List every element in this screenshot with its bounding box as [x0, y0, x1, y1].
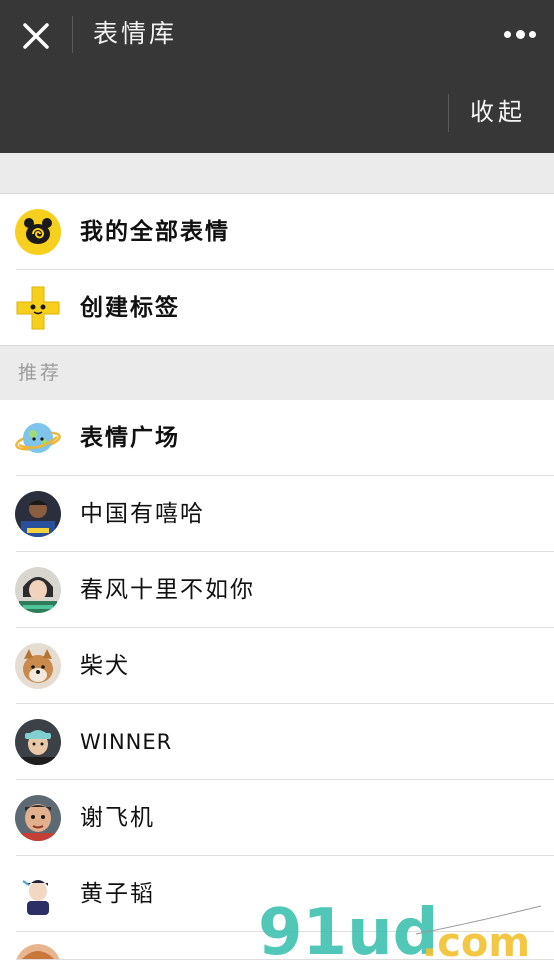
- list-item[interactable]: 柴犬: [0, 628, 554, 704]
- svg-text:91ud: 91ud: [258, 896, 438, 960]
- collapse-divider: [448, 94, 449, 132]
- list-item[interactable]: WINNER: [0, 704, 554, 780]
- avatar: [15, 719, 61, 765]
- bear-face-icon: [15, 209, 61, 255]
- spacer: [0, 153, 554, 194]
- more-icon-dot: [516, 30, 525, 39]
- top-divider: [72, 16, 73, 53]
- list-item[interactable]: 谢飞机: [0, 780, 554, 856]
- avatar: [15, 871, 61, 917]
- avatar: [15, 944, 61, 960]
- item-label: 谢飞机: [80, 805, 155, 831]
- collapse-button[interactable]: 收起: [470, 92, 526, 132]
- item-label: 黄子韬: [80, 881, 155, 907]
- top-bar: 表情库 收起: [0, 0, 554, 153]
- item-label: 春风十里不如你: [80, 577, 255, 603]
- more-icon-dot: [529, 31, 536, 38]
- section-label: 推荐: [18, 362, 63, 384]
- item-label: 柴犬: [80, 653, 130, 679]
- section-header: 推荐: [0, 345, 554, 401]
- avatar: [15, 795, 61, 841]
- list-item[interactable]: 春风十里不如你: [0, 552, 554, 628]
- item-label: WINNER: [80, 730, 173, 754]
- item-label: 表情广场: [80, 425, 180, 451]
- avatar: [15, 643, 61, 689]
- item-label: 中国有嘻哈: [80, 501, 205, 527]
- create-tag-row[interactable]: 创建标签: [0, 270, 554, 346]
- watermark: 91ud .com: [256, 878, 554, 964]
- more-button[interactable]: [500, 25, 540, 45]
- list-item[interactable]: 表情广场: [0, 400, 554, 476]
- menu-label: 我的全部表情: [80, 219, 230, 245]
- menu-label: 创建标签: [80, 295, 180, 321]
- plus-icon: [15, 285, 61, 331]
- my-stickers-row[interactable]: 我的全部表情: [0, 194, 554, 270]
- planet-icon: [15, 415, 61, 461]
- close-button[interactable]: [16, 18, 56, 54]
- more-icon: [504, 31, 511, 38]
- svg-text:.com: .com: [422, 920, 530, 960]
- close-icon: [23, 23, 49, 49]
- list-item[interactable]: 中国有嘻哈: [0, 476, 554, 552]
- avatar: [15, 567, 61, 613]
- page-title: 表情库: [93, 19, 178, 48]
- avatar: [15, 491, 61, 537]
